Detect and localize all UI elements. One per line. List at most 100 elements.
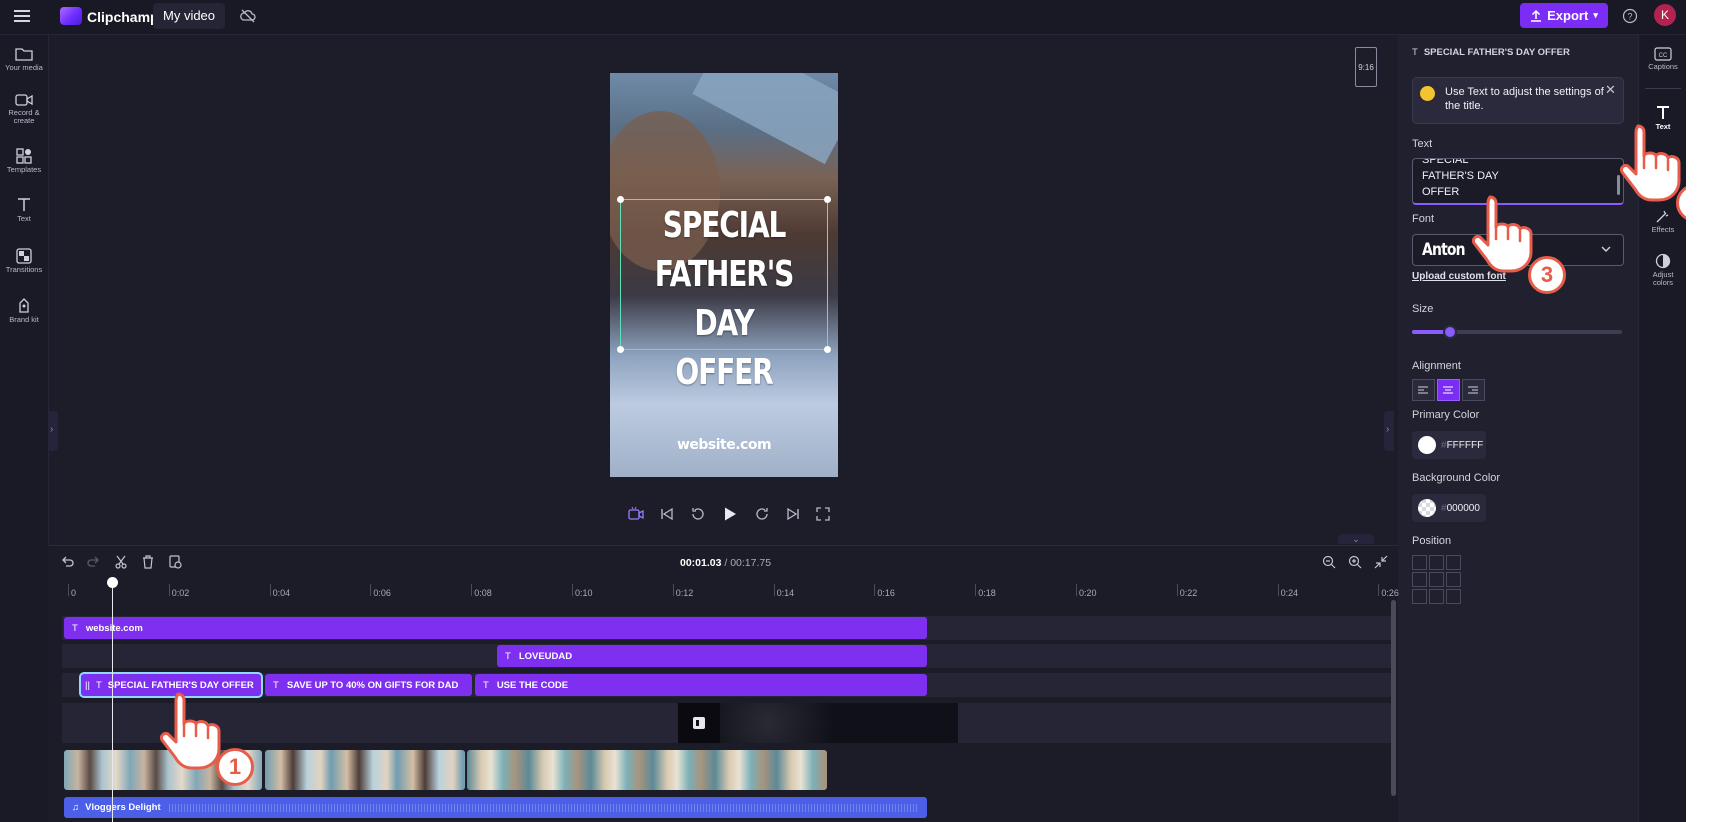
- position-cell[interactable]: [1412, 572, 1427, 587]
- size-slider[interactable]: [1412, 325, 1622, 339]
- position-cell[interactable]: [1446, 555, 1461, 570]
- text-t-icon: T: [505, 650, 511, 662]
- timecode: 00:01.03 / 00:17.75: [680, 557, 771, 569]
- align-right-button[interactable]: [1462, 379, 1485, 401]
- user-avatar[interactable]: K: [1654, 4, 1676, 26]
- sidebar-item-text[interactable]: Text: [0, 197, 48, 223]
- text-clip-save[interactable]: T SAVE UP TO 40% ON GIFTS FOR DAD: [265, 674, 472, 696]
- ruler-tick: [672, 584, 674, 596]
- background-color-picker[interactable]: #000000: [1412, 494, 1486, 522]
- rightrail-item-adjust-colors[interactable]: Adjust colors: [1639, 253, 1686, 287]
- svg-text:?: ?: [1627, 12, 1632, 22]
- zoom-out-icon[interactable]: [1322, 555, 1336, 569]
- captions-icon: CC: [1654, 47, 1672, 61]
- undo-icon[interactable]: [60, 555, 74, 569]
- ruler-tick-label: 0:16: [877, 588, 895, 598]
- emoji-icon: [1420, 86, 1435, 101]
- ruler-tick: [269, 584, 271, 596]
- ruler-tick: [975, 584, 977, 596]
- position-cell[interactable]: [1429, 589, 1444, 604]
- pointing-hand-cursor-icon: [1472, 195, 1533, 273]
- resize-handle[interactable]: [617, 196, 624, 203]
- total-time: / 00:17.75: [724, 557, 772, 569]
- position-cell[interactable]: [1446, 589, 1461, 604]
- help-icon[interactable]: ?: [1622, 8, 1638, 24]
- aspect-ratio-button[interactable]: 9:16: [1355, 47, 1377, 87]
- align-left-button[interactable]: [1412, 379, 1435, 401]
- resize-handle[interactable]: [617, 346, 624, 353]
- cloud-off-icon[interactable]: [240, 9, 256, 23]
- rail-divider: [1645, 88, 1681, 89]
- effects-wand-icon: [1656, 210, 1669, 223]
- zoom-in-icon[interactable]: [1348, 555, 1362, 569]
- resize-handle[interactable]: [824, 346, 831, 353]
- position-cell[interactable]: [1429, 555, 1444, 570]
- rightrail-item-captions[interactable]: CC Captions: [1639, 47, 1686, 71]
- text-clip-website[interactable]: Twebsite.com: [64, 617, 927, 639]
- expand-left-panel-toggle[interactable]: ›: [48, 411, 58, 451]
- text-clip-use-code[interactable]: T USE THE CODE: [475, 674, 927, 696]
- preview-footer-text: website.com: [676, 437, 772, 453]
- align-center-button[interactable]: [1437, 379, 1460, 401]
- magic-camera-icon[interactable]: [628, 506, 644, 522]
- sidebar-item-templates[interactable]: Templates: [0, 148, 48, 174]
- collapse-timeline-toggle[interactable]: ⌄: [1338, 534, 1374, 544]
- pointing-hand-cursor-icon: [160, 692, 221, 770]
- size-label: Size: [1412, 303, 1434, 315]
- ruler-tick-label: 0:22: [1179, 588, 1198, 598]
- audio-waveform: [168, 803, 919, 812]
- timeline-scrollbar[interactable]: [1391, 600, 1396, 796]
- skip-forward-icon[interactable]: [786, 507, 800, 521]
- skip-back-icon[interactable]: [660, 507, 674, 521]
- align-right-icon: [1468, 386, 1478, 394]
- forward-5s-icon[interactable]: [754, 506, 770, 522]
- playhead-handle[interactable]: [107, 577, 118, 588]
- text-t-icon: T: [273, 679, 279, 691]
- video-clip-3[interactable]: [467, 750, 827, 790]
- ruler-tick-label: 0:24: [1280, 588, 1299, 598]
- trash-icon[interactable]: [141, 555, 155, 569]
- position-cell[interactable]: [1412, 555, 1427, 570]
- project-name-field[interactable]: My video: [153, 3, 226, 29]
- video-clip-2[interactable]: [265, 750, 465, 790]
- fullscreen-icon[interactable]: [816, 507, 830, 521]
- primary-color-picker[interactable]: # FFFFFF: [1412, 431, 1486, 459]
- svg-text:CC: CC: [1659, 53, 1668, 59]
- position-cell[interactable]: [1412, 589, 1427, 604]
- ruler-tick: [1378, 584, 1380, 596]
- text-clip-code[interactable]: T LOVEUDAD: [497, 645, 927, 667]
- chevron-right-icon: ›: [50, 424, 54, 435]
- hamburger-menu-icon[interactable]: [14, 8, 32, 24]
- resize-handle[interactable]: [824, 196, 831, 203]
- add-clip-icon[interactable]: [168, 555, 182, 569]
- ruler-tick-label: 0:02: [171, 588, 190, 598]
- size-slider-thumb[interactable]: [1442, 325, 1457, 339]
- redo-icon[interactable]: [87, 555, 101, 569]
- export-label: Export: [1547, 8, 1589, 23]
- audio-clip[interactable]: ♫ Vloggers Delight: [64, 797, 927, 818]
- position-grid: [1412, 555, 1461, 604]
- trim-handle[interactable]: ||: [85, 680, 90, 691]
- sidebar-item-brand-kit[interactable]: Brand kit: [0, 298, 48, 324]
- folder-icon: [15, 48, 33, 61]
- chevron-down-icon: ▾: [1593, 10, 1598, 20]
- sidebar-item-record-create[interactable]: Record & create: [0, 93, 48, 125]
- position-cell[interactable]: [1446, 572, 1461, 587]
- position-cell[interactable]: [1429, 572, 1444, 587]
- playhead[interactable]: [112, 580, 113, 822]
- preview-title-text: SPECIAL FATHER'S DAY OFFER: [654, 205, 795, 393]
- overlay-clip[interactable]: [678, 703, 958, 743]
- sidebar-item-transitions[interactable]: Transitions: [0, 248, 48, 274]
- sidebar-item-your-media[interactable]: Your media: [0, 46, 48, 72]
- rewind-5s-icon[interactable]: [690, 506, 706, 522]
- export-button[interactable]: Export ▾: [1520, 3, 1608, 28]
- scissors-icon[interactable]: [114, 555, 128, 569]
- ruler-tick-label: 0:20: [1079, 588, 1097, 598]
- fit-to-screen-icon[interactable]: [1374, 555, 1388, 569]
- collapse-panel-toggle[interactable]: ›: [1384, 411, 1394, 451]
- step-badge-1: 1: [216, 748, 254, 786]
- timeline-toolbar: [60, 555, 182, 569]
- close-icon[interactable]: ✕: [1605, 82, 1616, 98]
- play-icon[interactable]: [722, 506, 738, 522]
- clipchamp-logo-icon: [60, 7, 82, 25]
